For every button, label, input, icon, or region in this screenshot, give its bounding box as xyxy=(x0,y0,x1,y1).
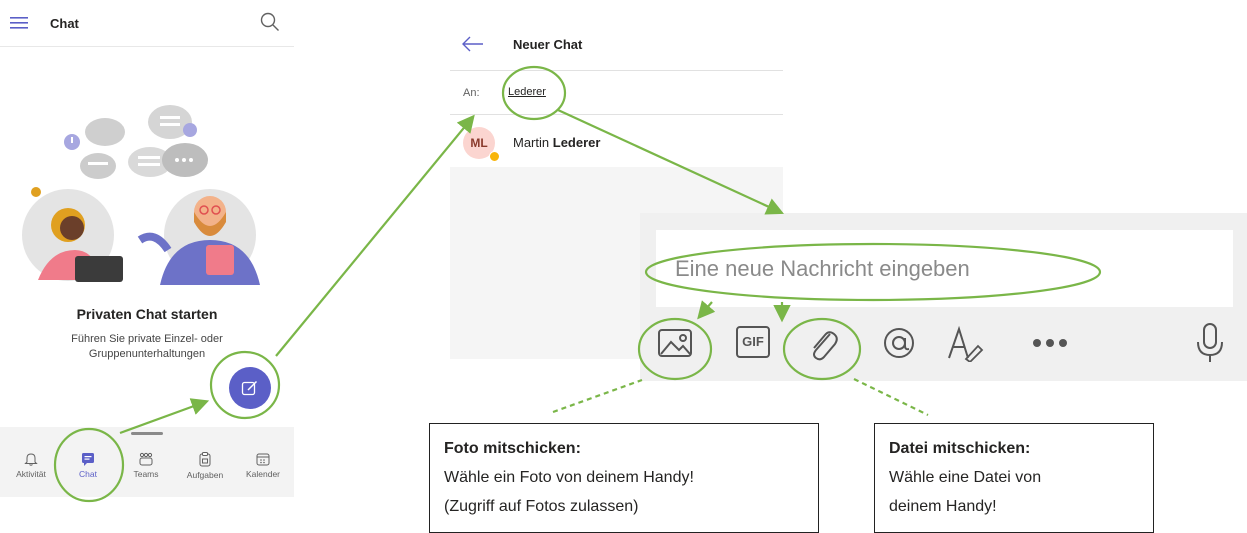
highlight-fab xyxy=(209,350,281,420)
arrow-nav-to-fab xyxy=(119,398,210,435)
file-callout-line2: deinem Handy! xyxy=(889,498,997,515)
file-callout: Datei mitschicken: Wähle eine Datei von … xyxy=(874,423,1154,533)
photo-callout-line2: (Zugriff auf Fotos zulassen) xyxy=(444,498,639,515)
arrow-fab-to-recipient xyxy=(275,114,475,357)
photo-callout-line1: Wähle ein Foto von deinem Handy! xyxy=(444,469,694,486)
photo-callout-title: Foto mitschicken: xyxy=(444,440,581,457)
dashed-photo-callout xyxy=(552,378,643,414)
arrow-to-image xyxy=(697,300,716,320)
dashed-file-callout xyxy=(853,378,929,416)
highlight-recipient xyxy=(501,65,567,121)
highlight-chat-nav xyxy=(53,427,125,503)
arrow-recipient-to-composer xyxy=(557,109,784,215)
highlight-message-input xyxy=(644,242,1102,302)
file-callout-line1: Wähle eine Datei von xyxy=(889,469,1042,486)
highlight-attach xyxy=(782,317,862,381)
photo-callout: Foto mitschicken: Wähle ein Foto von dei… xyxy=(429,423,819,533)
highlight-image xyxy=(637,317,713,381)
file-callout-title: Datei mitschicken: xyxy=(889,440,1031,457)
